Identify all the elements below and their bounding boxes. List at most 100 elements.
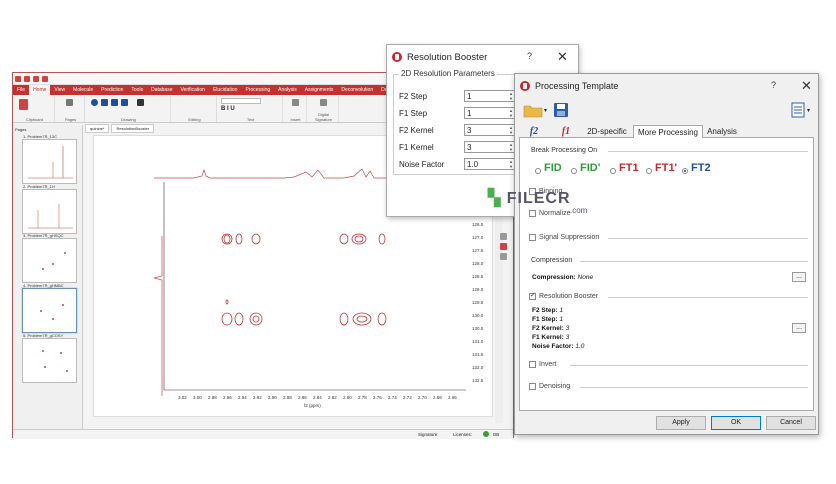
tab-home[interactable]: Home — [29, 85, 51, 95]
tab-processing[interactable]: Processing — [241, 85, 274, 95]
section-divider — [580, 261, 808, 262]
spin-arrows-icon[interactable]: ▲ ▼ — [509, 142, 513, 152]
y-tick: 128.5 — [472, 274, 484, 279]
ribbon-group-label: Editing — [188, 117, 201, 122]
template-list-icon[interactable] — [791, 102, 805, 118]
page-thumbnail[interactable]: 3. Problem7R_gHSQC — [22, 233, 77, 283]
save-icon[interactable] — [553, 102, 569, 118]
x-tick: 2.66 — [448, 395, 457, 400]
doc-tab-resolutionbooster[interactable]: ResolutionBooster — [111, 124, 155, 133]
resolution-booster-options-button[interactable]: ... — [792, 323, 806, 333]
ok-button[interactable]: OK — [711, 416, 761, 430]
zoom-icon[interactable] — [500, 233, 507, 240]
license-ok-icon — [483, 431, 489, 437]
tab-file[interactable]: File — [13, 85, 29, 95]
bold-italic-icon[interactable]: B I U — [221, 106, 235, 112]
cancel-button[interactable]: Cancel — [766, 416, 816, 430]
page-thumbnail-selected[interactable]: 4. Problem7R_gHMBC — [22, 283, 77, 333]
help-button[interactable]: ? — [527, 51, 532, 61]
spin-arrows-icon[interactable]: ▲ ▼ — [509, 91, 513, 101]
tab-view[interactable]: View — [50, 85, 69, 95]
insert-object-icon[interactable] — [292, 99, 299, 106]
page-thumbnail-label: 3. Problem7R_gHSQC — [23, 233, 64, 238]
f2-step-spinner[interactable]: 1 ▲ ▼ — [464, 90, 515, 102]
radio-fid-prime[interactable] — [571, 168, 577, 174]
page-thumbnail[interactable]: 5. Problem7R_gCOSY — [22, 333, 77, 383]
x-tick: 2.78 — [358, 395, 367, 400]
signal-suppression-checkbox[interactable] — [529, 234, 536, 241]
spin-arrows-icon[interactable]: ▲ ▼ — [509, 159, 513, 169]
tab-2d-specific[interactable]: 2D-specific — [583, 125, 631, 138]
f1-kernel-spinner[interactable]: 3 ▲ ▼ — [464, 141, 515, 153]
tab-deconvolution[interactable]: Deconvolution — [337, 85, 377, 95]
chevron-down-icon[interactable]: ▾ — [544, 107, 547, 114]
resolution-booster-checkbox[interactable] — [529, 291, 536, 300]
f2-kernel-spinner[interactable]: 3 ▲ ▼ — [464, 124, 515, 136]
status-signature: Signature: — [418, 432, 439, 437]
y-tick: 127.0 — [472, 235, 484, 240]
chevron-down-icon[interactable]: ▾ — [807, 107, 810, 114]
y-tick: 129.5 — [472, 300, 484, 305]
tab-f2[interactable]: f2 — [523, 125, 545, 138]
noise-factor-spinner[interactable]: 1.0 ▲ ▼ — [464, 158, 515, 170]
x-tick: 2.92 — [253, 395, 262, 400]
open-folder-icon[interactable] — [523, 102, 545, 118]
normalize-checkbox[interactable] — [529, 210, 536, 217]
line-icon[interactable] — [111, 99, 118, 106]
shape-icon[interactable] — [91, 99, 98, 106]
tab-database[interactable]: Database — [147, 85, 176, 95]
rectangle-icon[interactable] — [101, 99, 108, 106]
compression-options-button[interactable]: ... — [792, 272, 806, 282]
tab-molecule[interactable]: Molecule — [69, 85, 97, 95]
radio-ft1-prime[interactable] — [646, 168, 652, 174]
tab-prediction[interactable]: Prediction — [97, 85, 127, 95]
y-ticks: 126.5 127.0 127.5 128.0 128.5 129.0 129.… — [472, 222, 484, 383]
tab-analysis[interactable]: Analysis — [274, 85, 301, 95]
tab-verification[interactable]: Verification — [177, 85, 209, 95]
x-tick: 2.74 — [388, 395, 397, 400]
arrow-icon[interactable] — [121, 99, 128, 106]
f1-step-spinner[interactable]: 1 ▲ ▼ — [464, 107, 515, 119]
radio-ft2[interactable] — [682, 168, 688, 174]
tab-analysis[interactable]: Analysis — [705, 125, 739, 138]
y-tick: 129.0 — [472, 287, 484, 292]
signature-icon[interactable] — [320, 99, 327, 106]
integral-icon[interactable] — [500, 253, 507, 260]
undo-quick-icon[interactable] — [33, 76, 39, 82]
status-licenses: Licenses: — [453, 432, 473, 437]
spin-arrows-icon[interactable]: ▲ ▼ — [509, 125, 513, 135]
dialog-title: Processing Template — [535, 81, 619, 91]
invert-checkbox[interactable] — [529, 361, 536, 368]
y-tick: 130.5 — [472, 326, 484, 331]
redo-quick-icon[interactable] — [42, 76, 48, 82]
radio-fid[interactable] — [535, 168, 541, 174]
help-button[interactable]: ? — [771, 80, 776, 90]
ribbon-group-label: Pages — [64, 117, 77, 122]
f2-step-value: 1 — [467, 92, 472, 101]
rb-info-key: Noise Factor: — [532, 343, 574, 350]
tab-tools[interactable]: Tools — [127, 85, 147, 95]
tab-more-processing[interactable]: More Processing — [633, 125, 703, 139]
doc-tab-quinine[interactable]: quinine* — [85, 124, 110, 133]
denoising-checkbox[interactable] — [529, 383, 536, 390]
spin-arrows-icon[interactable]: ▲ ▼ — [509, 108, 513, 118]
close-button[interactable]: ✕ — [801, 79, 812, 92]
watermark-text: FILECR — [506, 190, 571, 207]
font-select[interactable] — [221, 98, 261, 104]
fill-color-icon[interactable] — [137, 99, 144, 106]
save-quick-icon[interactable] — [24, 76, 30, 82]
tab-assignments[interactable]: Assignments — [301, 85, 338, 95]
close-button[interactable]: ✕ — [557, 50, 568, 63]
paste-icon[interactable] — [19, 99, 28, 110]
ribbon-group-label: Text — [246, 117, 255, 122]
apply-button[interactable]: Apply — [656, 416, 706, 430]
page-thumbnail[interactable]: 1. Problem7R_13C — [22, 134, 77, 184]
watermark-sub: .com — [570, 206, 588, 215]
peak-icon[interactable] — [500, 243, 507, 250]
tab-f1[interactable]: f1 — [555, 125, 577, 138]
page-thumbnail[interactable]: 2. Problem7R_1H — [22, 184, 77, 234]
normalize-label: Normalize — [539, 210, 571, 217]
radio-ft1[interactable] — [610, 168, 616, 174]
new-page-icon[interactable] — [66, 99, 73, 106]
tab-elucidation[interactable]: Elucidation — [209, 85, 241, 95]
